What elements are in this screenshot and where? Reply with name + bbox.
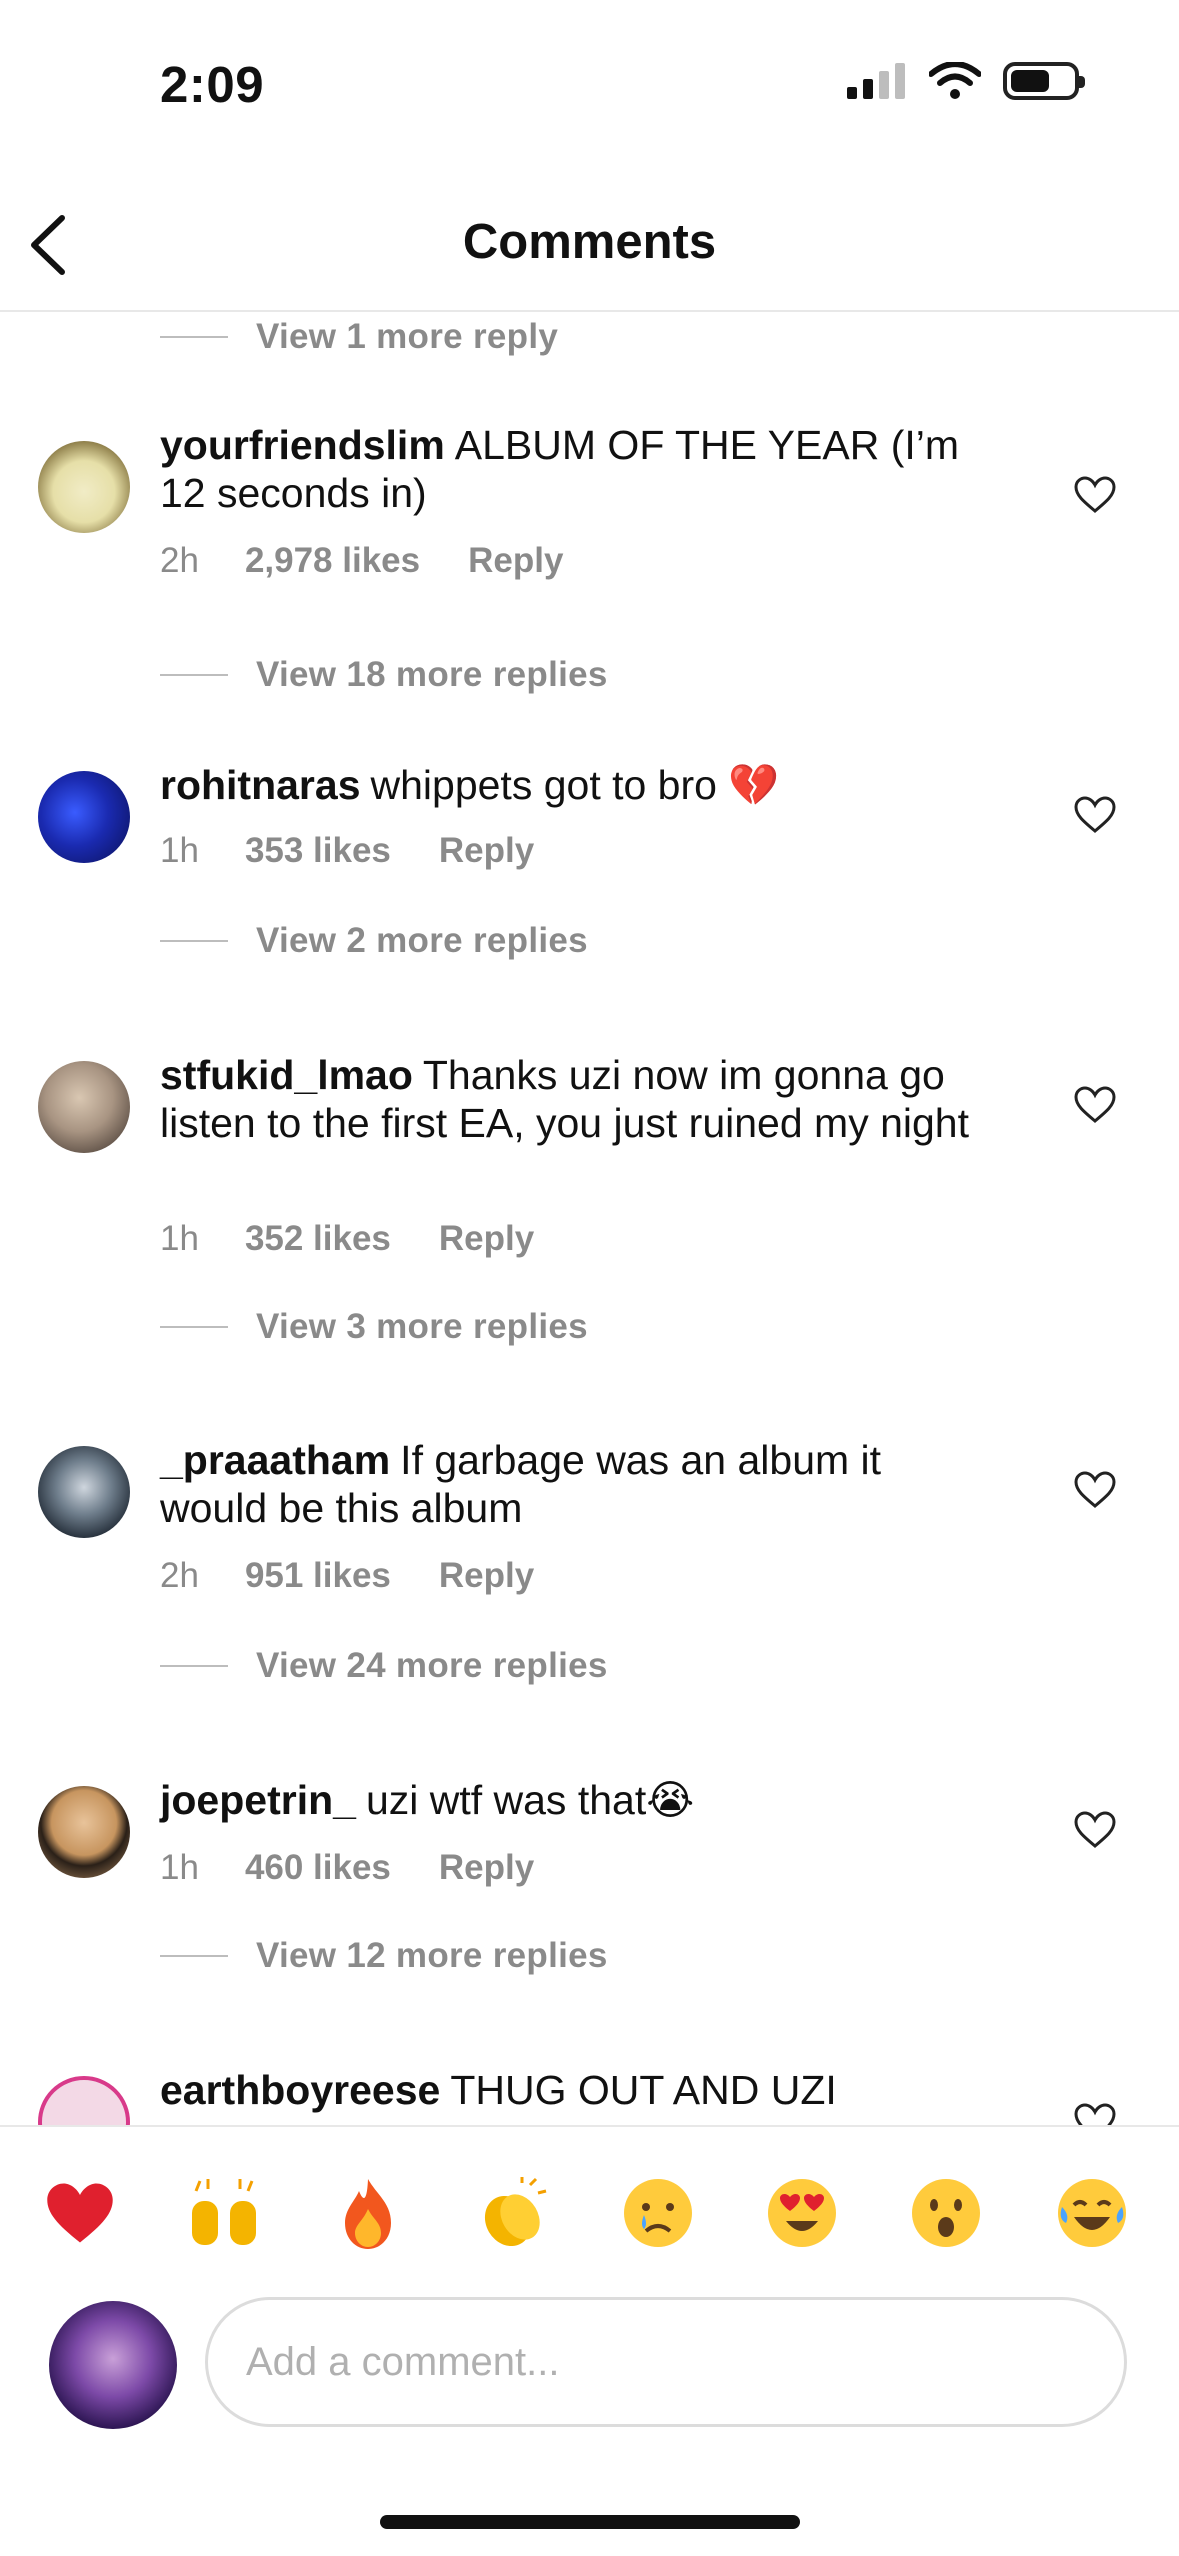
heart-icon[interactable] (1073, 2102, 1117, 2125)
comment-username[interactable]: joepetrin_ (160, 1777, 356, 1823)
likes-count[interactable]: 352 likes (245, 1219, 391, 1259)
signal-icon (847, 63, 905, 99)
heart-icon[interactable] (1073, 1470, 1117, 1510)
current-user-avatar (49, 2301, 177, 2429)
divider-line (160, 1665, 228, 1667)
comment-text: rohitnaras whippets got to bro 💔 (160, 762, 780, 808)
comment-time: 2h (160, 1556, 199, 1595)
divider-line (160, 940, 228, 942)
fire-emoji[interactable] (330, 2175, 406, 2251)
likes-count[interactable]: 460 likes (245, 1848, 391, 1888)
avatar[interactable] (38, 441, 130, 533)
status-icons (847, 62, 1085, 100)
avatar[interactable] (38, 1061, 130, 1153)
comment-username[interactable]: yourfriendslim (160, 422, 445, 468)
tears-of-joy-emoji[interactable] (1054, 2175, 1130, 2251)
comment-text: stfukid_lmao Thanks uzi now im gonna go l… (160, 1052, 969, 1146)
page-title: Comments (462, 215, 717, 269)
surprised-face-emoji[interactable] (908, 2175, 984, 2251)
comment-time: 2h (160, 541, 199, 580)
comment-meta: 1h 352 likes Reply (160, 1219, 534, 1259)
view-more-replies[interactable]: View 1 more reply (160, 317, 558, 357)
reply-button[interactable]: Reply (439, 831, 534, 871)
comment-text: earthboyreese THUG OUT AND UZI (160, 2067, 837, 2113)
avatar[interactable] (38, 1446, 130, 1538)
view-more-replies[interactable]: View 3 more replies (160, 1307, 588, 1347)
divider-line (160, 674, 228, 676)
header: Comments (0, 180, 1179, 312)
avatar[interactable] (38, 771, 130, 863)
heart-eyes-emoji[interactable] (764, 2175, 840, 2251)
divider-line (160, 1326, 228, 1328)
red-heart-emoji[interactable] (42, 2175, 118, 2251)
comment-meta: 2h 951 likes Reply (160, 1556, 534, 1596)
raising-hands-emoji[interactable] (186, 2175, 262, 2251)
comment-time: 1h (160, 1219, 199, 1258)
battery-icon (1003, 62, 1085, 100)
likes-count[interactable]: 951 likes (245, 1556, 391, 1596)
status-time: 2:09 (160, 56, 265, 113)
reply-button[interactable]: Reply (439, 1556, 534, 1596)
comment-username[interactable]: rohitnaras (160, 762, 361, 808)
reply-button[interactable]: Reply (439, 1848, 534, 1888)
likes-count[interactable]: 2,978 likes (245, 541, 420, 581)
divider-line (160, 336, 228, 338)
home-indicator (380, 2515, 800, 2529)
reply-button[interactable]: Reply (439, 1219, 534, 1259)
heart-icon[interactable] (1073, 1085, 1117, 1125)
comment-time: 1h (160, 831, 199, 870)
comment-meta: 2h 2,978 likes Reply (160, 541, 563, 581)
comment-meta: 1h 460 likes Reply (160, 1848, 534, 1888)
comment-username[interactable]: earthboyreese (160, 2067, 440, 2113)
comment-input[interactable]: Add a comment... (205, 2297, 1127, 2427)
heart-icon[interactable] (1073, 1810, 1117, 1850)
avatar[interactable] (38, 1786, 130, 1878)
avatar-with-story-ring[interactable] (38, 2076, 130, 2125)
view-more-replies[interactable]: View 2 more replies (160, 921, 588, 961)
comment-username[interactable]: _praaatham (160, 1437, 390, 1483)
view-more-replies[interactable]: View 12 more replies (160, 1936, 608, 1976)
view-more-replies[interactable]: View 24 more replies (160, 1646, 608, 1686)
likes-count[interactable]: 353 likes (245, 831, 391, 871)
view-more-replies[interactable]: View 18 more replies (160, 655, 608, 695)
comment-input-placeholder: Add a comment... (246, 2339, 560, 2384)
comment-text: yourfriendslim ALBUM OF THE YEAR (I’m 12 … (160, 422, 960, 516)
reply-button[interactable]: Reply (468, 541, 563, 581)
comment-username[interactable]: stfukid_lmao (160, 1052, 413, 1098)
heart-icon[interactable] (1073, 475, 1117, 515)
heart-icon[interactable] (1073, 795, 1117, 835)
comment-text: joepetrin_ uzi wtf was that😭 (160, 1777, 695, 1823)
comment-list[interactable]: View 1 more reply yourfriendslim ALBUM OF… (0, 311, 1179, 2125)
wifi-icon (929, 62, 981, 99)
emoji-reaction-bar (0, 2125, 1179, 2287)
crying-face-emoji[interactable] (620, 2175, 696, 2251)
comment-meta: 1h 353 likes Reply (160, 831, 534, 871)
comment-time: 1h (160, 1848, 199, 1887)
divider-line (160, 1955, 228, 1957)
clapping-hands-emoji[interactable] (474, 2175, 550, 2251)
comment-text: _praaatham If garbage was an album it wou… (160, 1437, 882, 1531)
